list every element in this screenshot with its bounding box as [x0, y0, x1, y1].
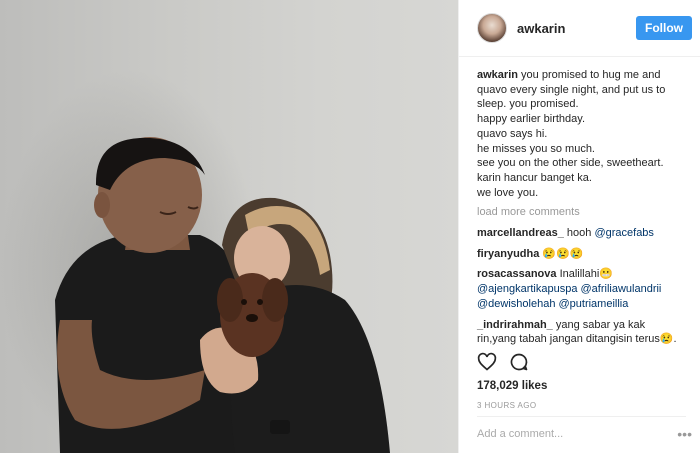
- more-options-icon[interactable]: •••: [677, 426, 692, 442]
- caption-username[interactable]: awkarin: [477, 69, 518, 81]
- caption-line: happy earlier birthday.: [477, 113, 586, 126]
- caption-line: karin hancur banget ka.: [477, 171, 592, 184]
- comment: firyanyudha 😢😢😢: [477, 247, 686, 262]
- divider: [477, 416, 686, 417]
- post-photo[interactable]: [0, 0, 458, 453]
- comment-text: Inalillahi😬: [559, 268, 614, 281]
- comment-icon[interactable]: [509, 352, 529, 372]
- comment: marcellandreas_ hooh @gracefabs: [477, 226, 686, 241]
- header-username[interactable]: awkarin: [517, 21, 565, 36]
- comment-text: 😢😢😢: [542, 247, 584, 260]
- comment: rosacassanova Inalillahi😬 @ajengkartikap…: [477, 267, 686, 311]
- post-sidebar: awkarin Follow awkarin you promised to h…: [458, 0, 700, 453]
- avatar[interactable]: [477, 13, 507, 43]
- add-comment-input[interactable]: [477, 428, 682, 440]
- caption-line: see you on the other side, sweetheart.: [477, 157, 664, 170]
- comment-text: hooh: [566, 227, 592, 240]
- caption-line: we love you.: [477, 186, 539, 199]
- post-photo-illustration: [0, 70, 390, 453]
- follow-button[interactable]: Follow: [636, 16, 692, 40]
- comment-username[interactable]: rosacassanova: [477, 268, 557, 280]
- caption-line: awkarin you promised to hug me and quavo…: [477, 68, 686, 112]
- post-timestamp[interactable]: 3 HOURS AGO: [477, 401, 537, 410]
- comment-username[interactable]: marcellandreas_: [477, 227, 564, 239]
- caption-line: quavo says hi.: [477, 127, 548, 140]
- heart-icon[interactable]: [477, 352, 497, 372]
- instagram-post: awkarin Follow awkarin you promised to h…: [0, 0, 700, 453]
- comment-username[interactable]: _indrirahmah_: [477, 319, 553, 331]
- comments-section: awkarin you promised to hug me and quavo…: [459, 57, 700, 347]
- caption: awkarin you promised to hug me and quavo…: [477, 68, 686, 200]
- likes-count[interactable]: 178,029 likes: [477, 380, 547, 392]
- comment-mention[interactable]: @ajengkartikapuspa @afriliawulandrii: [477, 283, 661, 295]
- comment-username[interactable]: firyanyudha: [477, 248, 539, 260]
- post-actions: [477, 352, 529, 372]
- caption-line: he misses you so much.: [477, 142, 595, 155]
- comment-mention[interactable]: @dewisholehah @putriameillia: [477, 298, 628, 310]
- comment-mention[interactable]: @gracefabs: [594, 227, 653, 239]
- comment: _indrirahmah_ yang sabar ya kak rin,yang…: [477, 318, 686, 347]
- post-header: awkarin Follow: [459, 0, 700, 57]
- load-more-comments-link[interactable]: load more comments: [477, 205, 686, 220]
